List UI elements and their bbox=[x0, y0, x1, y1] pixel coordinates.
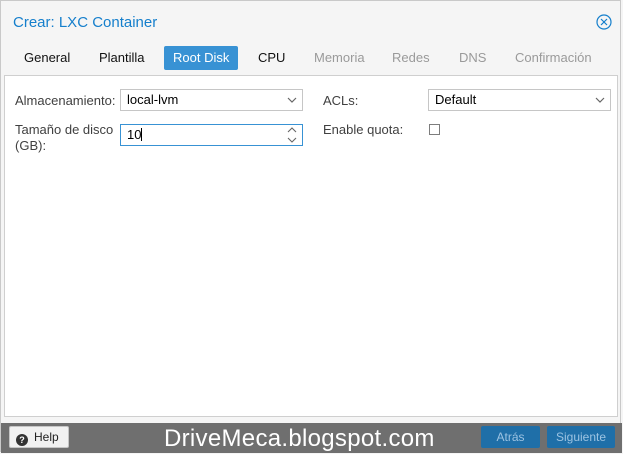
enable-quota-checkbox[interactable] bbox=[429, 124, 440, 135]
help-button[interactable]: ? Help bbox=[9, 426, 69, 448]
disk-size-input[interactable]: 10 bbox=[120, 124, 303, 146]
tab-cpu[interactable]: CPU bbox=[249, 46, 294, 70]
acls-value: Default bbox=[435, 92, 477, 107]
chevron-down-icon[interactable] bbox=[282, 90, 302, 110]
chevron-down-icon[interactable] bbox=[590, 90, 610, 110]
next-button[interactable]: Siguiente bbox=[547, 426, 615, 448]
storage-select[interactable]: local-lvm bbox=[120, 89, 303, 111]
text-cursor bbox=[141, 128, 143, 141]
create-lxc-dialog: Crear: LXC Container General Plantilla R… bbox=[0, 0, 622, 453]
dialog-footer: ? Help DriveMeca.blogspot.com Atrás Sigui… bbox=[1, 423, 622, 453]
close-icon[interactable] bbox=[596, 14, 612, 30]
root-disk-panel: Almacenamiento: local-lvm Tamaño de disc… bbox=[4, 75, 618, 417]
storage-value: local-lvm bbox=[127, 92, 179, 107]
storage-label: Almacenamiento: bbox=[15, 93, 116, 108]
tab-dns: DNS bbox=[459, 50, 487, 65]
tab-confirmacion: Confirmación bbox=[515, 50, 592, 65]
acls-label: ACLs: bbox=[323, 93, 359, 108]
tab-memoria: Memoria bbox=[314, 50, 365, 65]
tab-root-disk[interactable]: Root Disk bbox=[164, 46, 239, 70]
question-icon: ? bbox=[16, 434, 28, 446]
disk-size-label: Tamaño de disco (GB): bbox=[15, 122, 114, 153]
watermark-text: DriveMeca.blogspot.com bbox=[164, 425, 435, 452]
dialog-titlebar: Crear: LXC Container bbox=[1, 1, 622, 41]
help-label: Help bbox=[34, 430, 59, 444]
back-button[interactable]: Atrás bbox=[481, 426, 540, 448]
dialog-title: Crear: LXC Container bbox=[13, 14, 158, 31]
spinner-icon[interactable] bbox=[282, 125, 302, 145]
disk-size-value: 10 bbox=[127, 127, 142, 142]
acls-select[interactable]: Default bbox=[428, 89, 611, 111]
tab-plantilla[interactable]: Plantilla bbox=[90, 46, 154, 70]
tab-redes: Redes bbox=[392, 50, 430, 65]
tab-general[interactable]: General bbox=[15, 46, 79, 70]
enable-quota-label: Enable quota: bbox=[323, 122, 404, 137]
